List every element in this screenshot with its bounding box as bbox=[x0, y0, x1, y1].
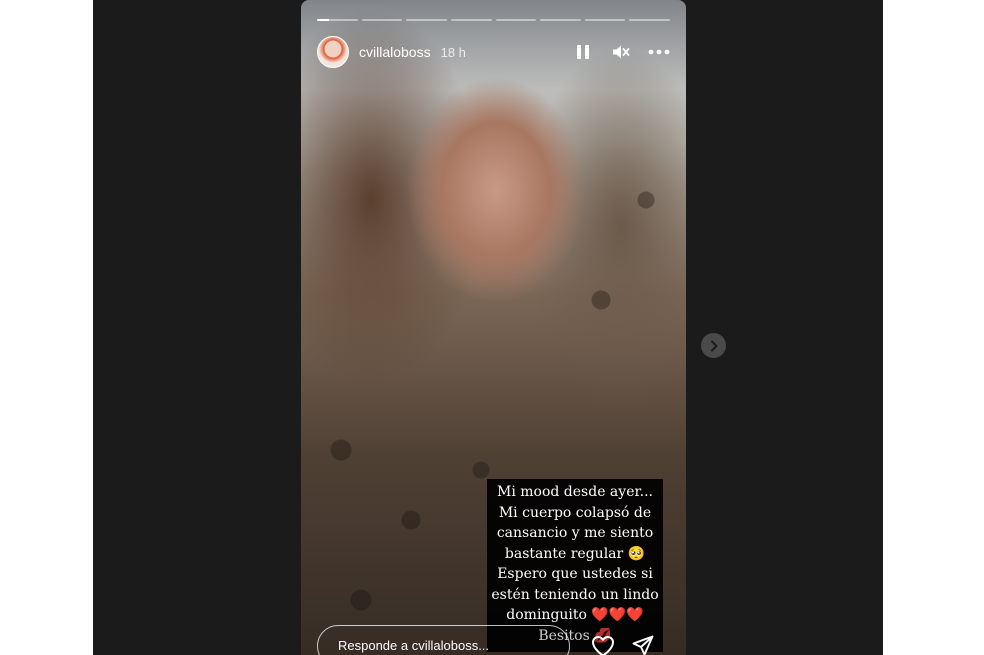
story-progress-bar bbox=[317, 19, 670, 21]
caption-line: Mi mood desde ayer... bbox=[497, 484, 653, 500]
like-button[interactable] bbox=[590, 633, 616, 655]
next-story-button[interactable] bbox=[701, 333, 726, 358]
progress-segment bbox=[450, 19, 492, 21]
caption-line: Mi cuerpo colapsó de bbox=[498, 504, 652, 521]
pause-icon bbox=[577, 45, 589, 59]
progress-segment bbox=[406, 19, 447, 21]
reply-input[interactable] bbox=[317, 625, 570, 655]
caption-line: Espero que ustedes si bbox=[497, 566, 653, 582]
story-frame[interactable]: cvillaloboss 18 h Mi mood desde ayer... … bbox=[301, 0, 686, 655]
reply-bar bbox=[317, 624, 670, 655]
more-icon bbox=[648, 49, 670, 55]
chevron-right-icon bbox=[710, 340, 717, 351]
mute-icon bbox=[613, 45, 630, 59]
progress-segment bbox=[540, 19, 581, 21]
story-header: cvillaloboss 18 h bbox=[317, 36, 670, 68]
progress-segment bbox=[495, 19, 537, 21]
heart-icon bbox=[592, 636, 614, 655]
more-options-button[interactable] bbox=[648, 41, 670, 63]
progress-segment bbox=[584, 19, 626, 21]
caption-line: cansancio y me siento bbox=[496, 525, 654, 541]
progress-fill bbox=[317, 19, 330, 21]
caption-line: bastante regular 🥺 bbox=[504, 545, 646, 562]
pause-button[interactable] bbox=[572, 41, 594, 63]
story-controls bbox=[572, 41, 670, 63]
user-avatar[interactable] bbox=[317, 36, 349, 68]
progress-segment bbox=[629, 19, 670, 21]
mute-button[interactable] bbox=[610, 41, 632, 63]
username-link[interactable]: cvillaloboss bbox=[359, 44, 431, 60]
story-timestamp: 18 h bbox=[440, 44, 466, 60]
caption-line: dominguito ❤️❤️❤️ bbox=[506, 607, 644, 623]
progress-segment bbox=[361, 19, 403, 21]
progress-segment bbox=[317, 19, 358, 21]
share-button[interactable] bbox=[630, 633, 656, 655]
send-icon bbox=[632, 635, 654, 655]
caption-line: estén teniendo un lindo bbox=[491, 586, 659, 603]
